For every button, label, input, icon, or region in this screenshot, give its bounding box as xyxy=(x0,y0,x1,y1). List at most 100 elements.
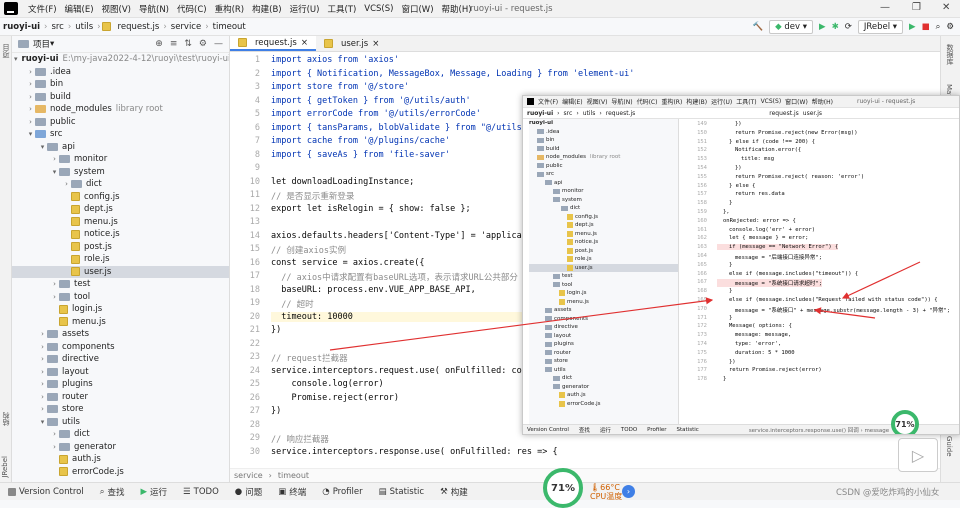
run-tool[interactable]: ▶ 运行 xyxy=(132,486,175,498)
breadcrumb-src[interactable]: src xyxy=(48,22,66,32)
close-tab-icon[interactable]: × xyxy=(372,39,379,49)
code-line[interactable]: service.interceptors.request.use( onFulf… xyxy=(271,366,542,376)
project-view-selector[interactable]: 项目 xyxy=(33,38,50,50)
collapse-icon[interactable]: ≡ xyxy=(170,39,178,49)
menu-edit[interactable]: 编辑(E) xyxy=(61,3,98,15)
code-line[interactable]: baseURL: process.env.VUE_APP_BASE_API, xyxy=(271,285,475,295)
tree-node[interactable]: ▾ utils xyxy=(12,416,229,429)
tree-node[interactable]: › test xyxy=(12,278,229,291)
code-line[interactable]: // request拦截器 xyxy=(271,352,348,364)
structure-tool-tab[interactable]: 结构 xyxy=(1,412,11,426)
tree-node[interactable]: ▾ src xyxy=(12,128,229,141)
code-line[interactable]: import { tansParams, blobValidate } from… xyxy=(271,123,527,133)
debug-icon[interactable]: ✱ xyxy=(832,22,839,32)
breadcrumb-service[interactable]: service xyxy=(168,22,204,32)
tree-node[interactable]: › dict xyxy=(12,428,229,441)
tree-node[interactable]: › build xyxy=(12,91,229,104)
code-line[interactable]: import { getToken } from '@/utils/auth' xyxy=(271,96,471,106)
tree-node[interactable]: › layout xyxy=(12,366,229,379)
tree-file-selected[interactable]: user.js xyxy=(12,265,229,278)
tree-file[interactable]: dept.js xyxy=(12,203,229,216)
statistic-tool[interactable]: ▤ Statistic xyxy=(371,487,432,497)
tree-file[interactable]: menu.js xyxy=(12,216,229,229)
breadcrumb-project[interactable]: ruoyi-ui xyxy=(0,22,43,32)
terminal-tool[interactable]: ▣ 终端 xyxy=(270,486,314,498)
tree-node[interactable]: › node_modules library root xyxy=(12,103,229,116)
code-line[interactable]: }) xyxy=(271,406,281,416)
tree-node[interactable]: › .idea xyxy=(12,66,229,79)
code-line[interactable]: // 响应拦截器 xyxy=(271,433,329,445)
code-line[interactable]: axios.defaults.headers['Content-Type'] =… xyxy=(271,231,532,241)
menu-vcs[interactable]: VCS(S) xyxy=(360,4,397,14)
tree-node[interactable]: › tool xyxy=(12,291,229,304)
hammer-icon[interactable]: 🔨 xyxy=(753,22,764,32)
tree-file[interactable]: errorCode.js xyxy=(12,466,229,479)
minimize-icon[interactable]: — xyxy=(880,2,890,13)
hide-panel-icon[interactable]: — xyxy=(214,39,223,49)
run-config-dropdown[interactable]: ◆ dev ▾ xyxy=(769,20,814,34)
video-play-icon[interactable]: ▷ xyxy=(898,438,938,472)
tree-file[interactable]: login.js xyxy=(12,303,229,316)
menu-tools[interactable]: 工具(T) xyxy=(323,3,360,15)
menu-navigate[interactable]: 导航(N) xyxy=(135,3,173,15)
coverage-icon[interactable]: ⟳ xyxy=(845,22,852,32)
tab-user-js[interactable]: user.js × xyxy=(316,36,387,51)
menu-view[interactable]: 视图(V) xyxy=(98,3,135,15)
locate-icon[interactable]: ⊕ xyxy=(155,39,163,49)
build-tool[interactable]: ⚒ 构建 xyxy=(432,486,476,498)
tree-node[interactable]: › components xyxy=(12,341,229,354)
menu-code[interactable]: 代码(C) xyxy=(173,3,211,15)
guide-tool-tab[interactable]: Guide xyxy=(945,436,953,457)
tree-file[interactable]: auth.js xyxy=(12,453,229,466)
menu-run[interactable]: 运行(U) xyxy=(286,3,324,15)
breadcrumb-file[interactable]: request.js xyxy=(115,22,163,32)
code-line[interactable]: console.log(error) xyxy=(271,379,383,389)
options-icon[interactable]: ⚙ xyxy=(199,39,207,49)
code-line[interactable]: import { saveAs } from 'file-saver' xyxy=(271,150,450,160)
code-line[interactable]: import axios from 'axios' xyxy=(271,55,399,65)
code-line[interactable]: import cache from '@/plugins/cache' xyxy=(271,136,450,146)
jrebel-tool-tab[interactable]: JRebel xyxy=(1,456,11,478)
code-line[interactable]: import { Notification, MessageBox, Messa… xyxy=(271,69,634,79)
code-line[interactable]: export let isRelogin = { show: false }; xyxy=(271,204,471,214)
menu-window[interactable]: 窗口(W) xyxy=(397,3,437,15)
database-tool-tab[interactable]: 数据库 xyxy=(945,44,955,65)
version-control-tool[interactable]: Version Control xyxy=(0,487,92,497)
menu-refactor[interactable]: 重构(R) xyxy=(211,3,249,15)
tree-node[interactable]: ▾ api xyxy=(12,141,229,154)
tree-file[interactable]: menu.js xyxy=(12,316,229,329)
tree-node[interactable]: › plugins xyxy=(12,378,229,391)
menu-build[interactable]: 构建(B) xyxy=(248,3,285,15)
tree-file[interactable]: role.js xyxy=(12,253,229,266)
todo-tool[interactable]: ☰ TODO xyxy=(175,487,227,497)
profiler-tool[interactable]: ◔ Profiler xyxy=(314,487,370,497)
tree-file[interactable]: config.js xyxy=(12,191,229,204)
breadcrumb-service[interactable]: service xyxy=(234,471,263,480)
tree-file[interactable]: notice.js xyxy=(12,228,229,241)
code-line[interactable]: // 超时 xyxy=(271,298,313,310)
tree-node[interactable]: › router xyxy=(12,391,229,404)
close-tab-icon[interactable]: × xyxy=(301,38,308,48)
project-tool-tab[interactable]: 项目 xyxy=(1,44,11,58)
code-line[interactable]: }) xyxy=(271,325,281,335)
code-line[interactable]: Promise.reject(error) xyxy=(271,393,398,403)
breadcrumb-timeout[interactable]: timeout xyxy=(210,22,249,32)
menu-file[interactable]: 文件(F) xyxy=(24,3,61,15)
tree-node[interactable]: › assets xyxy=(12,328,229,341)
breadcrumb-utils[interactable]: utils xyxy=(72,22,96,32)
expand-icon[interactable]: ⇅ xyxy=(184,39,192,49)
close-icon[interactable]: ✕ xyxy=(942,2,950,13)
tree-node[interactable]: ▾ system xyxy=(12,166,229,179)
tree-node[interactable]: › bin xyxy=(12,78,229,91)
tree-node[interactable]: › directive xyxy=(12,353,229,366)
breadcrumb-timeout[interactable]: timeout xyxy=(278,471,309,480)
stop-icon[interactable]: ■ xyxy=(922,22,930,32)
settings-icon[interactable]: ⚙ xyxy=(946,22,954,32)
tree-node[interactable]: › dict xyxy=(12,178,229,191)
tab-request-js[interactable]: request.js × xyxy=(230,36,316,51)
tree-file[interactable]: post.js xyxy=(12,241,229,254)
rebel-run-icon[interactable]: ▶ xyxy=(909,22,916,32)
code-line[interactable]: // axios中请求配置有baseURL选项，表示请求URL公共部分 xyxy=(271,271,518,283)
tree-node-root[interactable]: ▾ ruoyi-ui E:\my-java2022-4-12\ruoyi\test\… xyxy=(12,53,229,66)
tree-node[interactable]: › monitor xyxy=(12,153,229,166)
